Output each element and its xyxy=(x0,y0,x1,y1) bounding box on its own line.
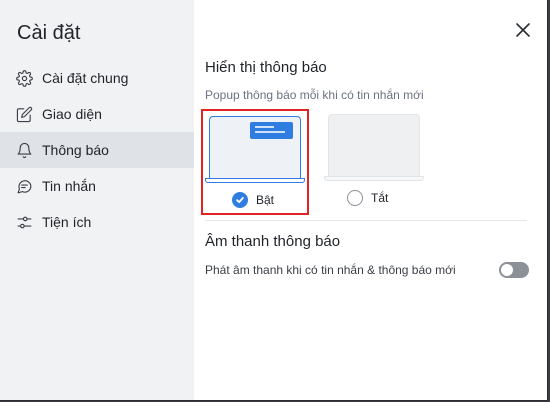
sound-title: Âm thanh thông báo xyxy=(205,233,341,250)
sidebar-item-appearance[interactable]: Giao diện xyxy=(0,96,194,132)
notification-display-title: Hiển thị thông báo xyxy=(205,59,327,76)
notification-option-off[interactable]: Tắt xyxy=(322,109,430,215)
popup-preview xyxy=(250,122,293,139)
chat-icon xyxy=(15,177,33,195)
settings-dialog: Cài đặt Cài đặt chung Giao diện Thông bá… xyxy=(0,0,547,400)
close-button[interactable] xyxy=(513,20,533,40)
sidebar-item-label: Tin nhắn xyxy=(42,178,96,194)
option-off-label: Tắt xyxy=(371,191,389,205)
gear-icon xyxy=(15,69,33,87)
sidebar-item-utilities[interactable]: Tiện ích xyxy=(0,204,194,240)
close-icon xyxy=(516,23,530,37)
sidebar-item-notifications[interactable]: Thông báo xyxy=(0,132,194,168)
bell-icon xyxy=(15,141,33,159)
sidebar-item-label: Tiện ích xyxy=(42,214,92,230)
settings-sidebar: Cài đặt Cài đặt chung Giao diện Thông bá… xyxy=(0,0,194,400)
section-divider xyxy=(205,220,527,221)
sound-setting-row: Phát âm thanh khi có tin nhắn & thông bá… xyxy=(205,262,529,278)
laptop-preview-off xyxy=(328,114,420,176)
toggle-knob xyxy=(501,264,513,276)
notification-display-subtitle: Popup thông báo mỗi khi có tin nhắn mới xyxy=(205,88,424,102)
option-on-label: Bật xyxy=(256,193,275,207)
laptop-preview-on xyxy=(209,116,301,178)
edit-icon xyxy=(15,105,33,123)
sliders-icon xyxy=(15,213,33,231)
sidebar-item-label: Giao diện xyxy=(42,106,102,122)
notification-option-on[interactable]: Bật xyxy=(201,109,309,215)
sidebar-item-general[interactable]: Cài đặt chung xyxy=(0,60,194,96)
radio-checked-icon[interactable] xyxy=(232,192,248,208)
sound-label: Phát âm thanh khi có tin nhắn & thông bá… xyxy=(205,263,456,277)
sidebar-title: Cài đặt xyxy=(17,22,81,44)
settings-content: Hiển thị thông báo Popup thông báo mỗi k… xyxy=(194,0,547,400)
sidebar-item-messages[interactable]: Tin nhắn xyxy=(0,168,194,204)
sound-toggle[interactable] xyxy=(499,262,529,278)
sidebar-item-label: Cài đặt chung xyxy=(42,70,129,86)
radio-unchecked-icon[interactable] xyxy=(347,190,363,206)
sidebar-item-label: Thông báo xyxy=(42,142,109,158)
